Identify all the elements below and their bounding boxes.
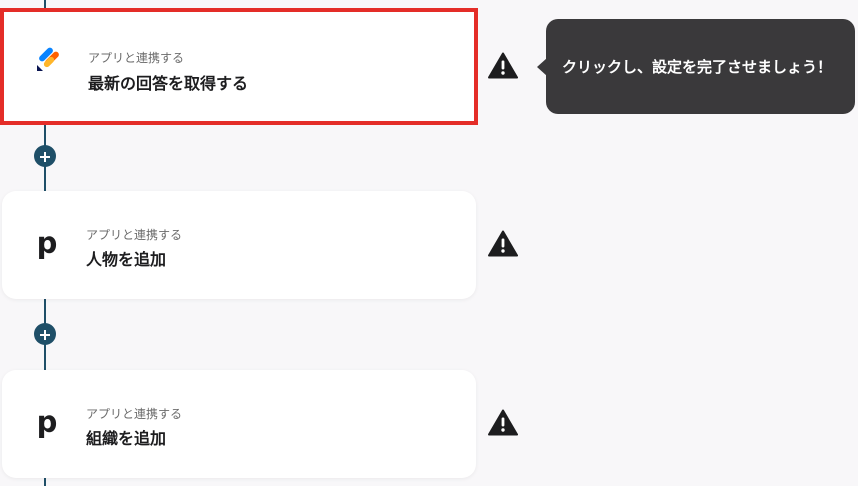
tooltip-text: クリックし、設定を完了させましょう！ [562, 58, 833, 76]
jotform-logo-icon [32, 42, 66, 76]
step-subtitle: アプリと連携する [88, 51, 185, 65]
flow-step-card-add-person[interactable]: p アプリと連携する 人物を追加 [2, 191, 476, 299]
setup-hint-tooltip: クリックし、設定を完了させましょう！ [546, 19, 855, 114]
step-subtitle: アプリと連携する [86, 228, 183, 242]
plus-icon [40, 325, 50, 344]
plus-icon [40, 147, 50, 166]
pipedrive-logo-icon: p [36, 225, 58, 260]
flow-step-card-get-latest-answer[interactable]: アプリと連携する 最新の回答を取得する [0, 8, 478, 125]
step-title: 人物を追加 [86, 250, 167, 269]
warning-icon [488, 409, 518, 436]
add-step-button[interactable] [34, 145, 56, 167]
flow-step-card-add-organization[interactable]: p アプリと連携する 組織を追加 [2, 370, 476, 478]
pipedrive-logo-icon: p [36, 404, 58, 439]
step-subtitle: アプリと連携する [86, 407, 183, 421]
warning-icon [488, 230, 518, 257]
warning-icon [488, 52, 518, 79]
add-step-button[interactable] [34, 323, 56, 345]
step-title: 最新の回答を取得する [88, 74, 249, 93]
step-title: 組織を追加 [86, 429, 167, 448]
